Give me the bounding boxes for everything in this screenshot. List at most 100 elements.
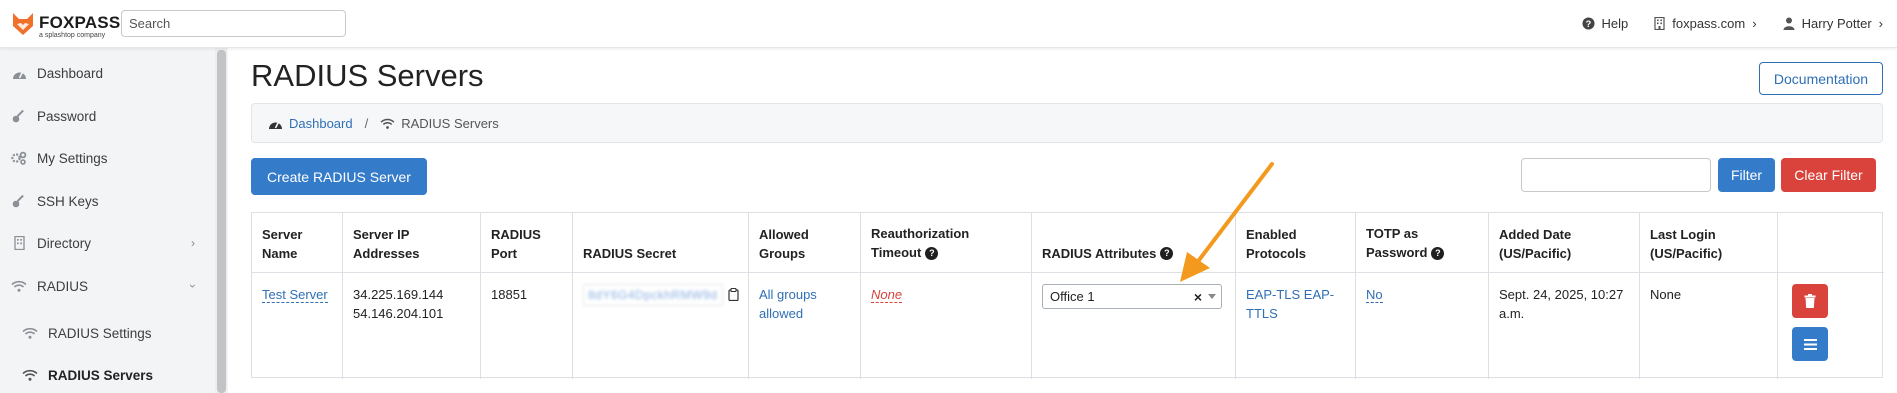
- clear-selection-icon[interactable]: ×: [1194, 289, 1202, 305]
- dashboard-icon: [11, 65, 27, 81]
- column-added-date: Added Date (US/Pacific) Sept. 24, 2025, …: [1489, 213, 1640, 379]
- radius-servers-table: Server Name Test Server Server IP Addres…: [251, 212, 1884, 379]
- help-link[interactable]: ? Help: [1581, 15, 1629, 31]
- sidebar-item-password[interactable]: Password: [0, 101, 215, 131]
- chevron-right-icon: ›: [191, 236, 195, 250]
- clear-filter-button[interactable]: Clear Filter: [1781, 158, 1876, 192]
- help-label: Help: [1601, 15, 1629, 31]
- column-last-login: Last Login (US/Pacific) None: [1640, 213, 1778, 379]
- top-nav: ? Help foxpass.com › Harry Potter ›: [1581, 0, 1883, 46]
- annotation-arrow-icon: [1180, 162, 1274, 282]
- column-header: Added Date (US/Pacific): [1499, 227, 1572, 261]
- column-header: TOTP as Password?: [1366, 223, 1466, 263]
- help-tooltip-icon[interactable]: ?: [925, 247, 939, 261]
- allowed-groups-cell: All groups allowed: [759, 285, 849, 323]
- added-date-cell: Sept. 24, 2025, 10:27 a.m.: [1499, 287, 1624, 321]
- column-header-label: RADIUS Attributes: [1042, 246, 1157, 261]
- wifi-icon: [380, 118, 395, 129]
- column-totp-as-password: TOTP as Password? No: [1356, 213, 1489, 379]
- sidebar-item-label: Dashboard: [37, 65, 104, 81]
- protocols-link[interactable]: EAP-TLS EAP-TTLS: [1246, 287, 1334, 321]
- server-ip-cell: 34.225.169.144 54.146.204.101: [353, 285, 443, 323]
- column-server-name: Server Name Test Server: [252, 213, 343, 379]
- reauth-timeout-link[interactable]: None: [871, 287, 903, 303]
- question-circle-icon: ?: [1581, 16, 1595, 30]
- sidebar-item-label: My Settings: [37, 150, 108, 166]
- reauth-cell: None: [871, 285, 903, 304]
- selected-attribute: Office 1: [1050, 289, 1095, 304]
- ip-address: 34.225.169.144: [353, 287, 444, 302]
- breadcrumb-separator: /: [364, 115, 369, 131]
- filter-input[interactable]: [1521, 158, 1711, 192]
- breadcrumb-dashboard-link[interactable]: Dashboard: [289, 116, 353, 131]
- help-tooltip-icon[interactable]: ?: [1431, 247, 1445, 261]
- brand-name: FOXPASS: [39, 13, 121, 32]
- delete-button[interactable]: [1792, 284, 1828, 318]
- column-server-ip: Server IP Addresses 34.225.169.144 54.14…: [343, 213, 481, 379]
- column-actions: [1778, 213, 1884, 379]
- sidebar-subitem-radius-settings[interactable]: RADIUS Settings: [22, 318, 212, 348]
- column-header: Server Name: [262, 227, 303, 261]
- protocols-cell: EAP-TLS EAP-TTLS: [1246, 285, 1336, 323]
- list-icon: [1803, 338, 1817, 350]
- trash-icon: [1804, 294, 1816, 308]
- user-menu[interactable]: Harry Potter ›: [1783, 16, 1883, 31]
- column-radius-secret: RADIUS Secret 8dY6G4DpckhRMW9d: [573, 213, 749, 379]
- user-icon: [1783, 17, 1795, 30]
- sidebar-subitem-label: RADIUS Settings: [48, 325, 152, 341]
- wifi-icon: [22, 369, 40, 381]
- key-icon: [11, 193, 27, 209]
- search-input[interactable]: [121, 10, 346, 37]
- sidebar-subitem-radius-servers[interactable]: RADIUS Servers: [22, 360, 212, 390]
- column-reauthorization-timeout: Reauthorization Timeout? None: [861, 213, 1032, 379]
- chevron-right-icon: ›: [1878, 15, 1883, 31]
- user-name: Harry Potter: [1801, 15, 1872, 31]
- building-icon: [11, 235, 27, 251]
- sidebar-subitem-label: RADIUS Servers: [48, 367, 154, 383]
- column-header: Last Login (US/Pacific): [1650, 227, 1723, 261]
- ip-address: 54.146.204.101: [353, 306, 444, 321]
- chevron-down-icon: ›: [186, 284, 200, 288]
- domain-menu[interactable]: foxpass.com ›: [1654, 15, 1757, 31]
- sidebar-item-ssh-keys[interactable]: SSH Keys: [0, 186, 215, 216]
- allowed-groups-link[interactable]: All groups allowed: [759, 287, 817, 321]
- sidebar-item-dashboard[interactable]: Dashboard: [0, 58, 215, 88]
- dashboard-icon: [269, 121, 282, 129]
- gears-icon: [11, 150, 27, 166]
- foxpass-logo[interactable]: FOXPASS a splashtop company: [12, 8, 120, 42]
- column-header: Reauthorization Timeout?: [871, 223, 1001, 263]
- svg-text:?: ?: [1585, 18, 1591, 28]
- radius-secret-field[interactable]: 8dY6G4DpckhRMW9d: [583, 284, 723, 306]
- dropdown-arrow-icon[interactable]: [1208, 294, 1216, 299]
- sidebar-item-radius[interactable]: RADIUS ›: [0, 271, 215, 301]
- totp-link[interactable]: No: [1366, 287, 1383, 303]
- breadcrumb-current: RADIUS Servers: [401, 115, 499, 131]
- sidebar-item-label: Password: [37, 108, 97, 124]
- brand-subtitle: a splashtop company: [39, 32, 106, 39]
- clipboard-icon[interactable]: [728, 288, 739, 301]
- wifi-icon: [11, 278, 27, 294]
- server-name-link[interactable]: Test Server: [262, 287, 328, 303]
- wifi-icon: [22, 327, 40, 339]
- sidebar-item-label: RADIUS: [37, 278, 89, 294]
- column-header: Server IP Addresses: [353, 227, 420, 261]
- page-title: RADIUS Servers: [251, 58, 484, 93]
- sidebar-scroll-thumb[interactable]: [217, 50, 226, 393]
- sidebar-item-my-settings[interactable]: My Settings: [0, 143, 215, 173]
- column-header: RADIUS Port: [491, 227, 541, 261]
- details-menu-button[interactable]: [1792, 327, 1828, 361]
- filter-button[interactable]: Filter: [1718, 158, 1775, 192]
- chevron-right-icon: ›: [1752, 15, 1757, 31]
- server-name-cell: Test Server: [262, 285, 328, 304]
- create-radius-server-button[interactable]: Create RADIUS Server: [251, 158, 427, 195]
- column-radius-port: RADIUS Port 18851: [481, 213, 573, 379]
- building-icon: [1654, 16, 1665, 30]
- column-header-label: TOTP as Password: [1366, 226, 1428, 260]
- breadcrumb: Dashboard / RADIUS Servers: [251, 103, 1883, 143]
- domain-label: foxpass.com: [1672, 15, 1746, 31]
- column-allowed-groups: Allowed Groups All groups allowed: [749, 213, 861, 379]
- sidebar-item-directory[interactable]: Directory ›: [0, 228, 215, 258]
- sidebar-item-label: Directory: [37, 235, 92, 251]
- documentation-button[interactable]: Documentation: [1759, 62, 1883, 95]
- sidebar: Dashboard Password My Settings SSH Keys …: [0, 48, 228, 393]
